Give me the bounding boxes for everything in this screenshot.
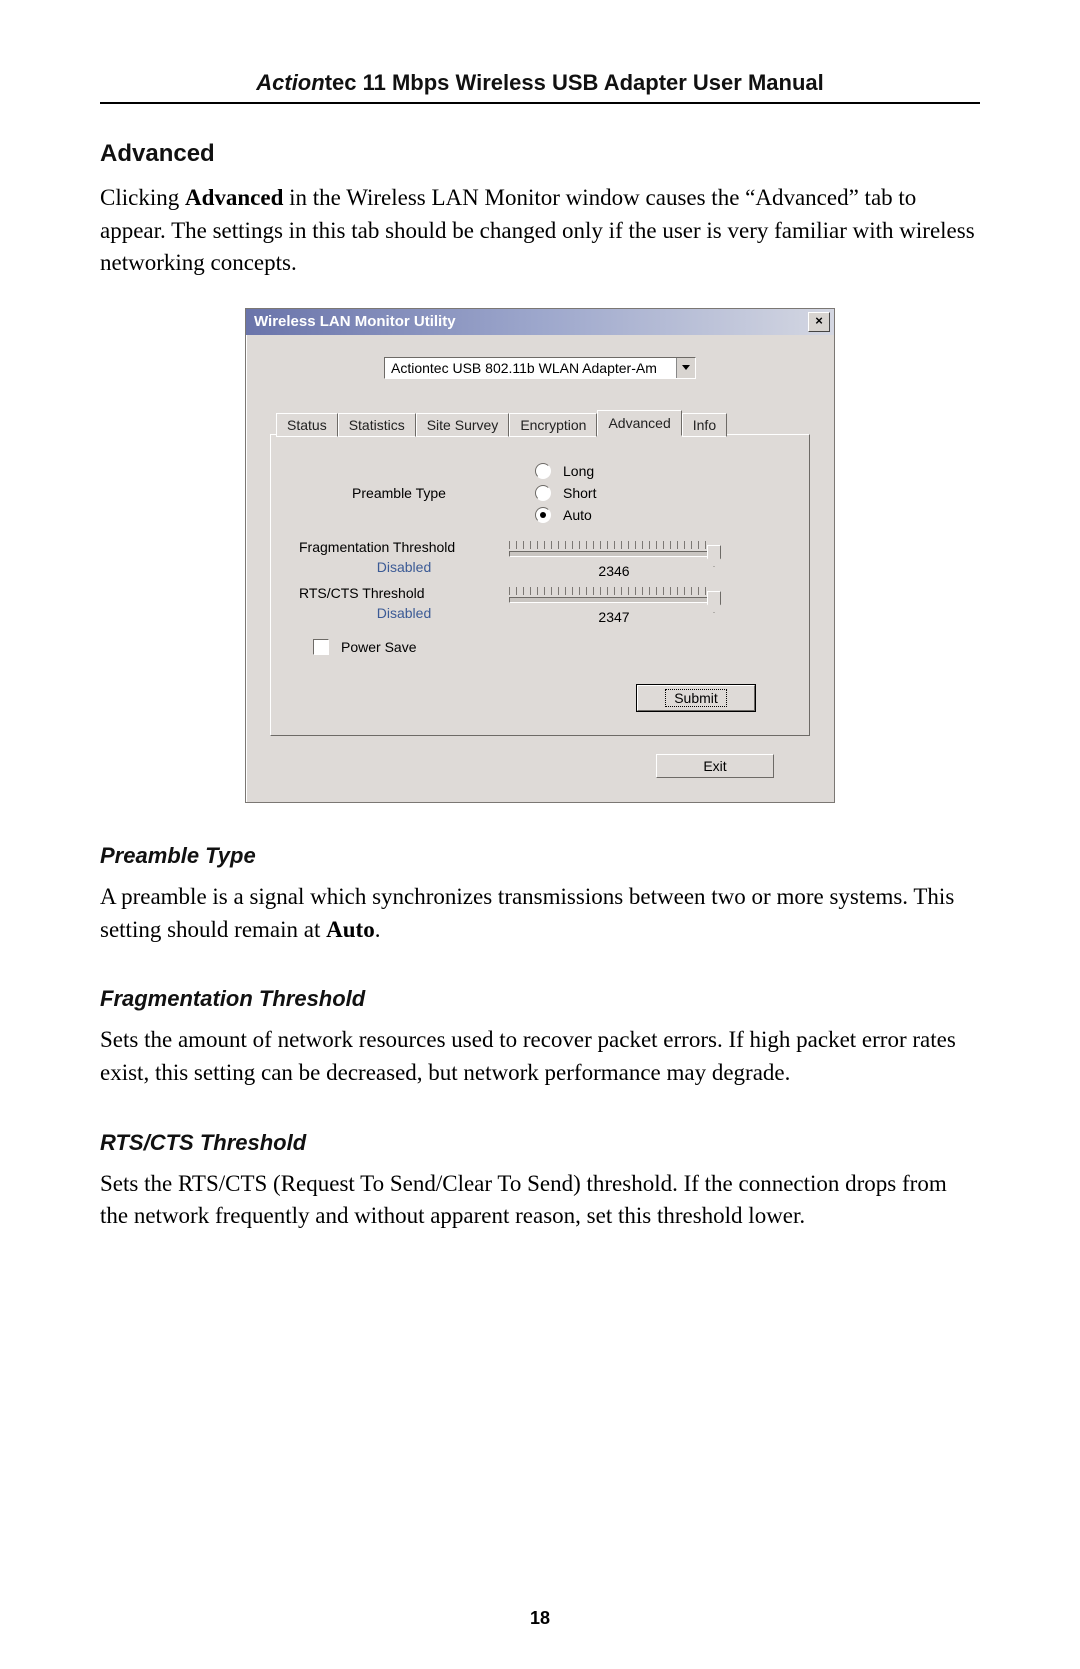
close-icon: × (815, 313, 823, 328)
radio-item-short[interactable]: Short (499, 485, 781, 501)
rts-paragraph: Sets the RTS/CTS (Request To Send/Clear … (100, 1168, 980, 1233)
slider-ticks (509, 587, 707, 595)
intro-prefix: Clicking (100, 185, 185, 210)
adapter-dropdown-value: Actiontec USB 802.11b WLAN Adapter-Am (385, 358, 676, 378)
submit-button[interactable]: Submit (637, 685, 755, 711)
power-save-label: Power Save (341, 639, 416, 655)
adapter-dropdown[interactable]: Actiontec USB 802.11b WLAN Adapter-Am (384, 357, 696, 379)
manual-header: Actiontec 11 Mbps Wireless USB Adapter U… (100, 70, 980, 96)
slider-track (509, 551, 719, 557)
subheading-frag-threshold: Fragmentation Threshold (100, 986, 980, 1012)
slider-track (509, 597, 719, 603)
radio-item-auto[interactable]: Auto (499, 507, 781, 523)
tab-info[interactable]: Info (682, 413, 727, 437)
close-button[interactable]: × (808, 312, 830, 332)
frag-threshold-label: Fragmentation Threshold Disabled (299, 539, 509, 579)
header-title-rest: 11 Mbps Wireless USB Adapter User Manual (357, 70, 824, 95)
radio-item-long[interactable]: Long (499, 463, 781, 479)
section-heading-advanced: Advanced (100, 140, 980, 168)
frag-threshold-label-text: Fragmentation Threshold (299, 539, 455, 555)
dialog-wireless-lan-monitor: Wireless LAN Monitor Utility × Actiontec… (245, 308, 835, 803)
preamble-text-prefix: A preamble is a signal which synchronize… (100, 884, 954, 942)
submit-button-label: Submit (665, 689, 727, 707)
preamble-text-suffix: . (375, 917, 381, 942)
preamble-paragraph: A preamble is a signal which synchronize… (100, 881, 980, 946)
rts-threshold-label: RTS/CTS Threshold Disabled (299, 585, 509, 625)
radio-long-label: Long (563, 463, 594, 479)
tabpanel-advanced: Preamble Type Long Short (270, 434, 810, 736)
frag-threshold-slider[interactable] (509, 541, 719, 561)
frag-threshold-value: 2346 (509, 563, 719, 579)
radio-auto-label: Auto (563, 507, 592, 523)
preamble-text-bold: Auto (326, 917, 375, 942)
rts-threshold-label-text: RTS/CTS Threshold (299, 585, 425, 601)
rts-threshold-slider[interactable] (509, 587, 719, 607)
subheading-rts-threshold: RTS/CTS Threshold (100, 1130, 980, 1156)
power-save-checkbox[interactable] (313, 639, 329, 655)
rts-threshold-value: 2347 (509, 609, 719, 625)
tab-statistics[interactable]: Statistics (338, 413, 416, 437)
radio-auto[interactable] (535, 507, 551, 523)
exit-button-label: Exit (703, 758, 726, 774)
power-save-row[interactable]: Power Save (289, 625, 791, 661)
frag-paragraph: Sets the amount of network resources use… (100, 1024, 980, 1089)
brand-name-suffix: tec (325, 70, 357, 95)
slider-ticks (509, 541, 707, 549)
frag-threshold-status: Disabled (299, 559, 509, 575)
brand-name-italic: Action (256, 70, 324, 95)
tabstrip: Status Statistics Site Survey Encryption… (270, 409, 810, 435)
dialog-titlebar[interactable]: Wireless LAN Monitor Utility × (246, 309, 834, 335)
tab-encryption[interactable]: Encryption (509, 413, 597, 437)
rts-threshold-status: Disabled (299, 605, 509, 621)
exit-button[interactable]: Exit (656, 754, 774, 778)
page-number: 18 (0, 1608, 1080, 1629)
radio-short-label: Short (563, 485, 596, 501)
tab-site-survey[interactable]: Site Survey (416, 413, 510, 437)
tab-status[interactable]: Status (276, 413, 338, 437)
header-rule (100, 102, 980, 104)
chevron-down-icon[interactable] (676, 358, 695, 378)
preamble-type-label: Preamble Type (299, 463, 499, 501)
tab-advanced[interactable]: Advanced (597, 410, 681, 436)
dialog-title: Wireless LAN Monitor Utility (254, 313, 456, 330)
radio-short[interactable] (535, 485, 551, 501)
radio-long[interactable] (535, 463, 551, 479)
subheading-preamble-type: Preamble Type (100, 843, 980, 869)
intro-bold: Advanced (185, 185, 283, 210)
intro-paragraph: Clicking Advanced in the Wireless LAN Mo… (100, 182, 980, 280)
